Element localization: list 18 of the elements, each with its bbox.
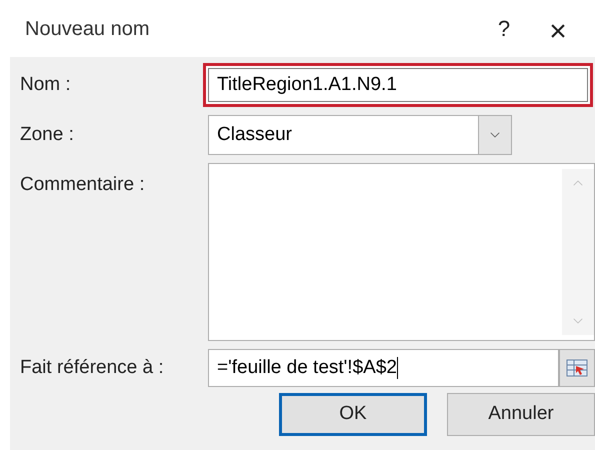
dialog-button[interactable]: Annuler: [447, 393, 595, 436]
scope-dropdown[interactable]: Classeur: [208, 115, 512, 155]
field-label: Zone :: [20, 124, 74, 145]
range-select-button[interactable]: [559, 349, 595, 387]
dropdown-value: Classeur: [216, 122, 293, 147]
field-label: Nom :: [20, 74, 71, 95]
field-label: Commentaire :: [20, 174, 145, 195]
reference-field[interactable]: ='feuille de test'!$A$2: [208, 349, 559, 387]
help-button[interactable]: ?: [479, 8, 529, 48]
scrollbar[interactable]: [562, 169, 594, 335]
window-title: Nouveau nom: [25, 16, 151, 42]
dialog-button[interactable]: OK: [279, 393, 427, 436]
field-label: Fait référence à :: [20, 356, 164, 378]
name-field[interactable]: TitleRegion1.A1.N9.1: [203, 63, 593, 107]
collapse-dialog-icon: [566, 359, 588, 377]
dropdown-button[interactable]: [478, 116, 511, 154]
comment-field[interactable]: [208, 163, 595, 341]
close-button[interactable]: ×: [529, 8, 587, 48]
